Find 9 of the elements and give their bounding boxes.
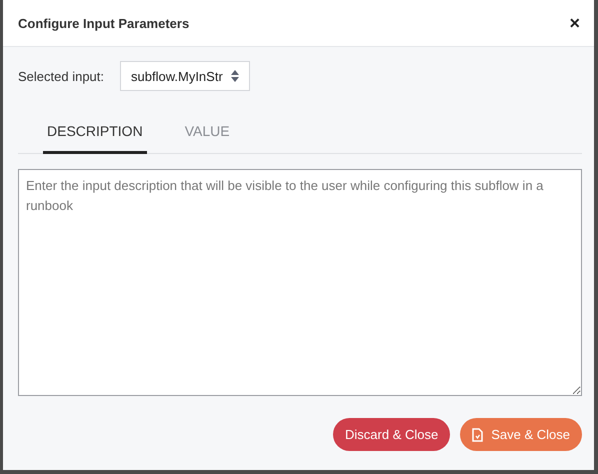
- close-button[interactable]: ×: [569, 14, 580, 32]
- description-field[interactable]: Enter the input description that will be visible to the user while configuring this subflow in a runbook: [18, 169, 582, 396]
- tab[interactable]: DESCRIPTION: [43, 119, 147, 154]
- file-icon: [472, 428, 484, 442]
- discard-button[interactable]: Discard & Close: [333, 418, 450, 451]
- selected-input-label: Selected input:: [18, 68, 104, 84]
- selected-input-dropdown[interactable]: subflow.MyInStr: [120, 61, 250, 91]
- sort-icon: [230, 70, 239, 82]
- dialog-title: Configure Input Parameters: [18, 16, 190, 30]
